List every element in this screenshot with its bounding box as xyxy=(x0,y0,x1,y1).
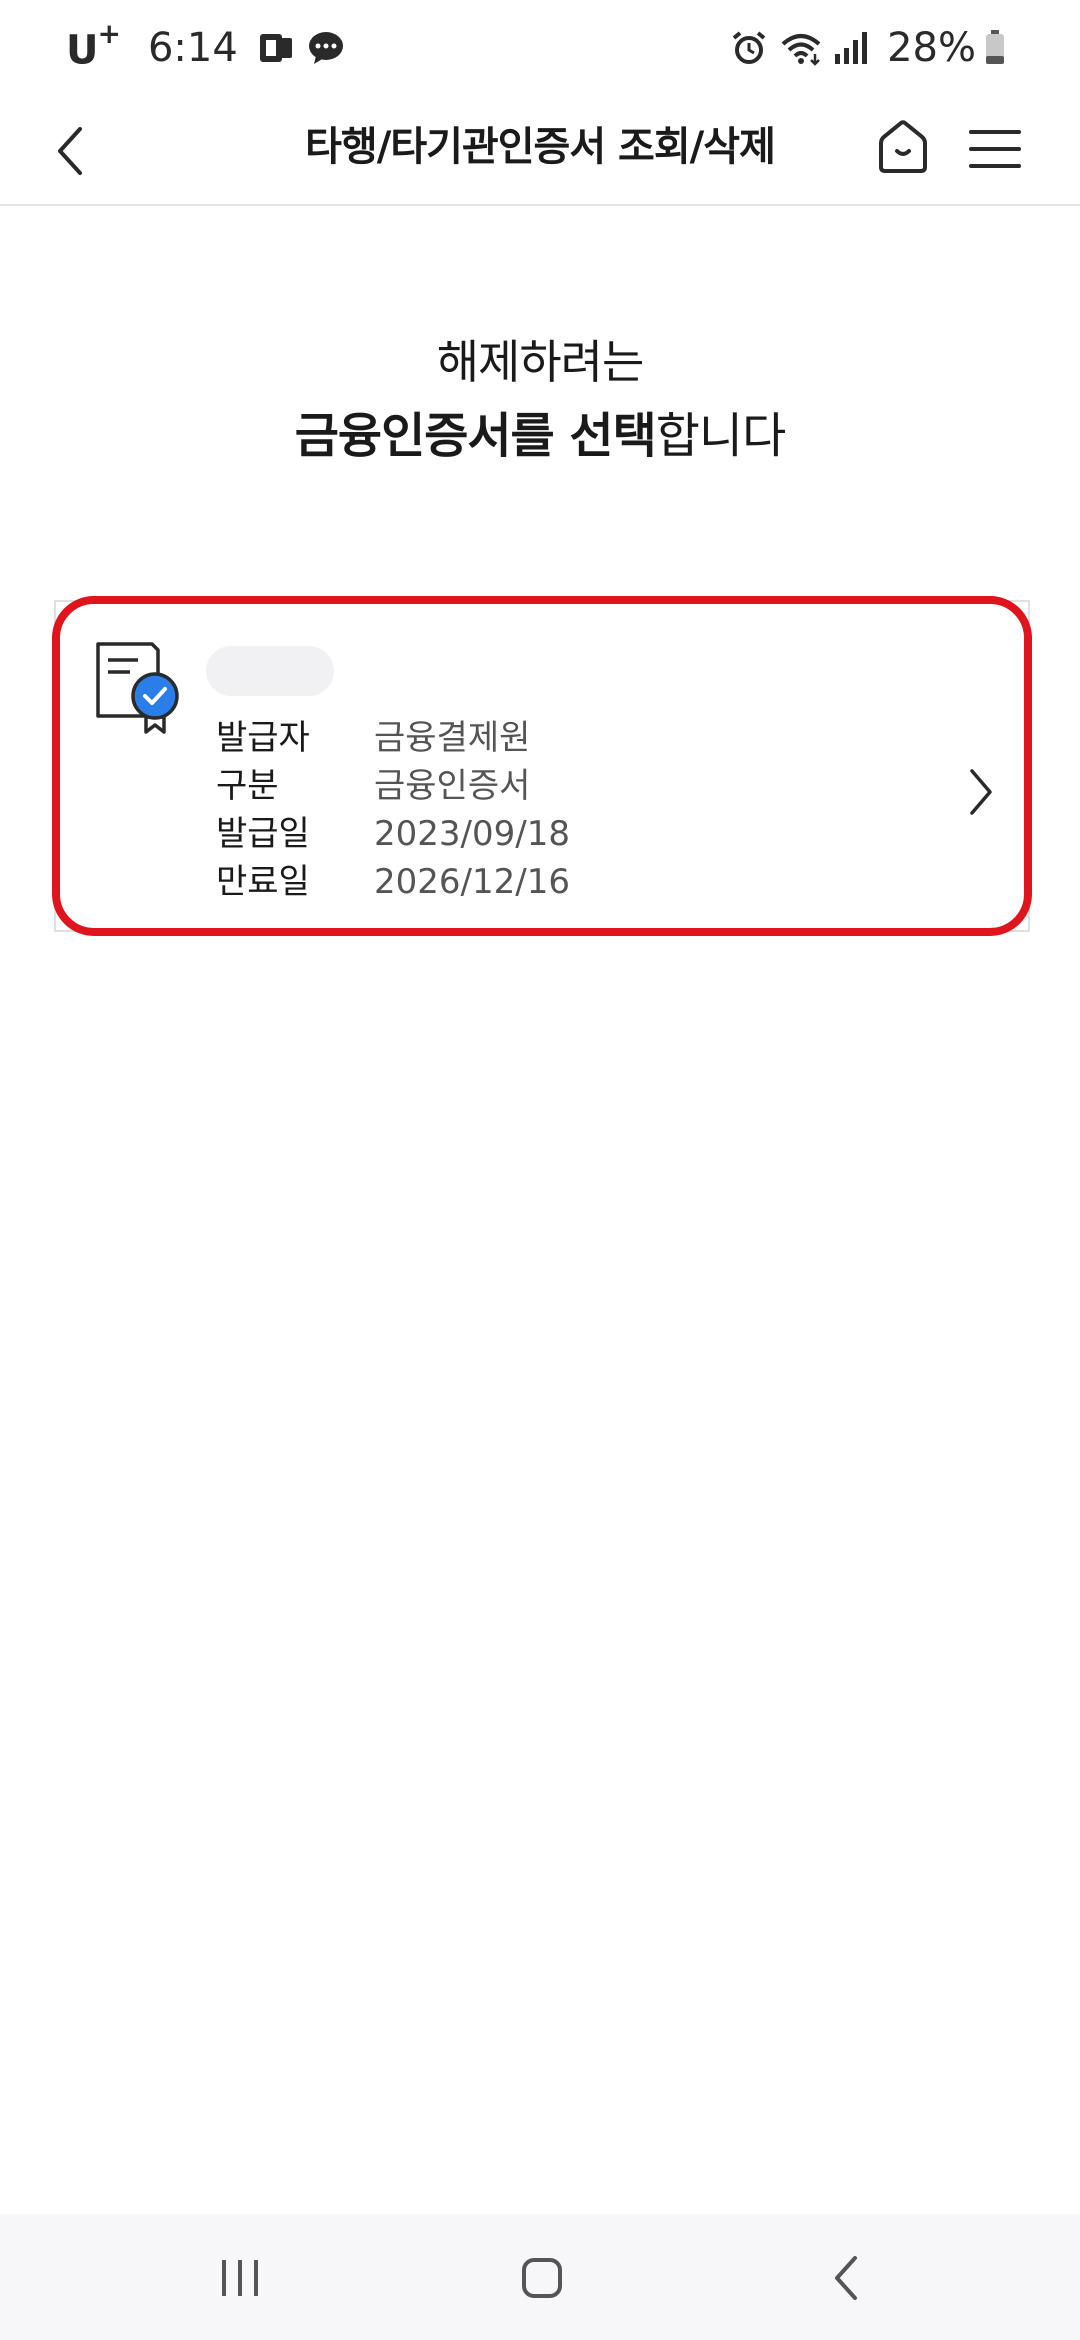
certificate-name-masked xyxy=(206,646,334,696)
carrier-text: U xyxy=(66,27,99,74)
system-nav-bar xyxy=(0,2214,1080,2340)
status-time: 6:14 xyxy=(147,24,238,71)
info-value: 금융인증서 xyxy=(374,766,531,806)
wifi-icon xyxy=(779,28,823,68)
info-label: 구분 xyxy=(216,766,279,806)
system-back-button[interactable] xyxy=(796,2238,896,2318)
home-button[interactable] xyxy=(872,112,934,182)
chevron-left-icon xyxy=(835,2256,857,2300)
square-home-icon xyxy=(522,2258,562,2298)
info-value: 금융결제원 xyxy=(374,718,531,758)
info-row-expiry-date: 만료일 2026/12/16 xyxy=(216,858,570,906)
heading-line2: 금융인증서를 선택합니다 xyxy=(0,398,1080,474)
info-value: 2026/12/16 xyxy=(374,862,570,902)
info-row-issue-date: 발급일 2023/09/18 xyxy=(216,810,570,858)
info-label: 발급자 xyxy=(216,718,310,758)
battery-percent: 28% xyxy=(887,25,976,71)
carrier-label: U+ xyxy=(66,17,121,74)
alarm-icon xyxy=(729,28,769,68)
info-row-type: 구분 금융인증서 xyxy=(216,762,570,810)
menu-button[interactable] xyxy=(962,116,1028,182)
certificate-info: 발급자 금융결제원 구분 금융인증서 발급일 2023/09/18 만료일 20… xyxy=(216,714,570,906)
sim-card-icon xyxy=(256,28,296,68)
status-right: 28% xyxy=(729,25,1016,71)
status-left: U+ 6:14 xyxy=(66,17,356,74)
carrier-plus: + xyxy=(97,16,120,50)
info-value: 2023/09/18 xyxy=(374,814,570,854)
info-label: 발급일 xyxy=(216,814,310,854)
instruction-heading: 해제하려는 금융인증서를 선택합니다 xyxy=(0,326,1080,474)
certificate-card[interactable]: 발급자 금융결제원 구분 금융인증서 발급일 2023/09/18 만료일 20… xyxy=(54,600,1030,932)
chat-bubble-icon xyxy=(306,28,346,68)
chevron-right-icon xyxy=(956,762,1006,822)
heading-normal-part: 합니다 xyxy=(655,408,786,464)
app-header: 타행/타기관인증서 조회/삭제 xyxy=(0,96,1080,206)
system-home-button[interactable] xyxy=(492,2238,592,2318)
signal-icon xyxy=(833,28,869,68)
hamburger-menu-icon xyxy=(969,130,1021,168)
home-icon xyxy=(879,120,927,173)
heading-line1: 해제하려는 xyxy=(436,335,645,389)
battery-icon xyxy=(984,28,1006,68)
certificate-icon xyxy=(94,640,184,740)
info-row-issuer: 발급자 금융결제원 xyxy=(216,714,570,762)
recents-icon xyxy=(222,2260,258,2296)
heading-bold-part: 금융인증서를 선택 xyxy=(294,408,657,464)
recent-apps-button[interactable] xyxy=(190,2238,290,2318)
status-bar: U+ 6:14 28% xyxy=(0,0,1080,96)
info-label: 만료일 xyxy=(216,862,310,902)
